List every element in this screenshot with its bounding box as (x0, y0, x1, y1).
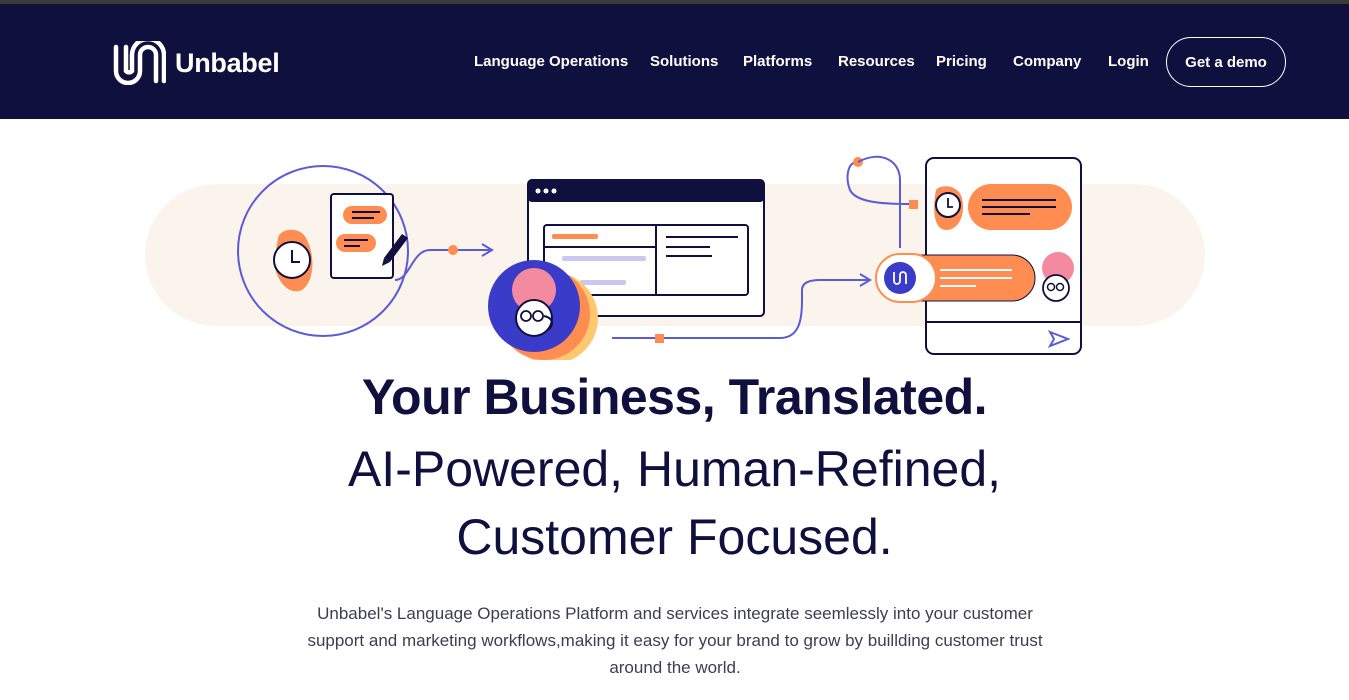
nav-platforms[interactable]: Platforms (743, 53, 812, 70)
nav-resources[interactable]: Resources (838, 53, 915, 70)
clock-icon (273, 241, 311, 279)
nav-language-operations[interactable]: Language Operations (474, 53, 628, 70)
nav-login[interactable]: Login (1108, 53, 1149, 70)
nav-solutions[interactable]: Solutions (650, 53, 718, 70)
nav-pricing[interactable]: Pricing (936, 53, 987, 70)
main-menu: Language Operations Solutions Platforms … (0, 53, 1349, 73)
nav-company[interactable]: Company (1013, 53, 1081, 70)
hero-description: Unbabel's Language Operations Platform a… (307, 604, 1043, 677)
hero-illustration (145, 155, 1205, 360)
get-a-demo-button[interactable]: Get a demo (1166, 37, 1286, 87)
hero-subtitle-line-1: AI-Powered, Human-Refined, (347, 441, 1002, 497)
hero-subtitle-line-2: Customer Focused. (456, 509, 893, 565)
top-navigation-bar: Unbabel Language Operations Solutions Pl… (0, 4, 1349, 119)
hero-title: Your Business, Translated. (361, 369, 988, 425)
